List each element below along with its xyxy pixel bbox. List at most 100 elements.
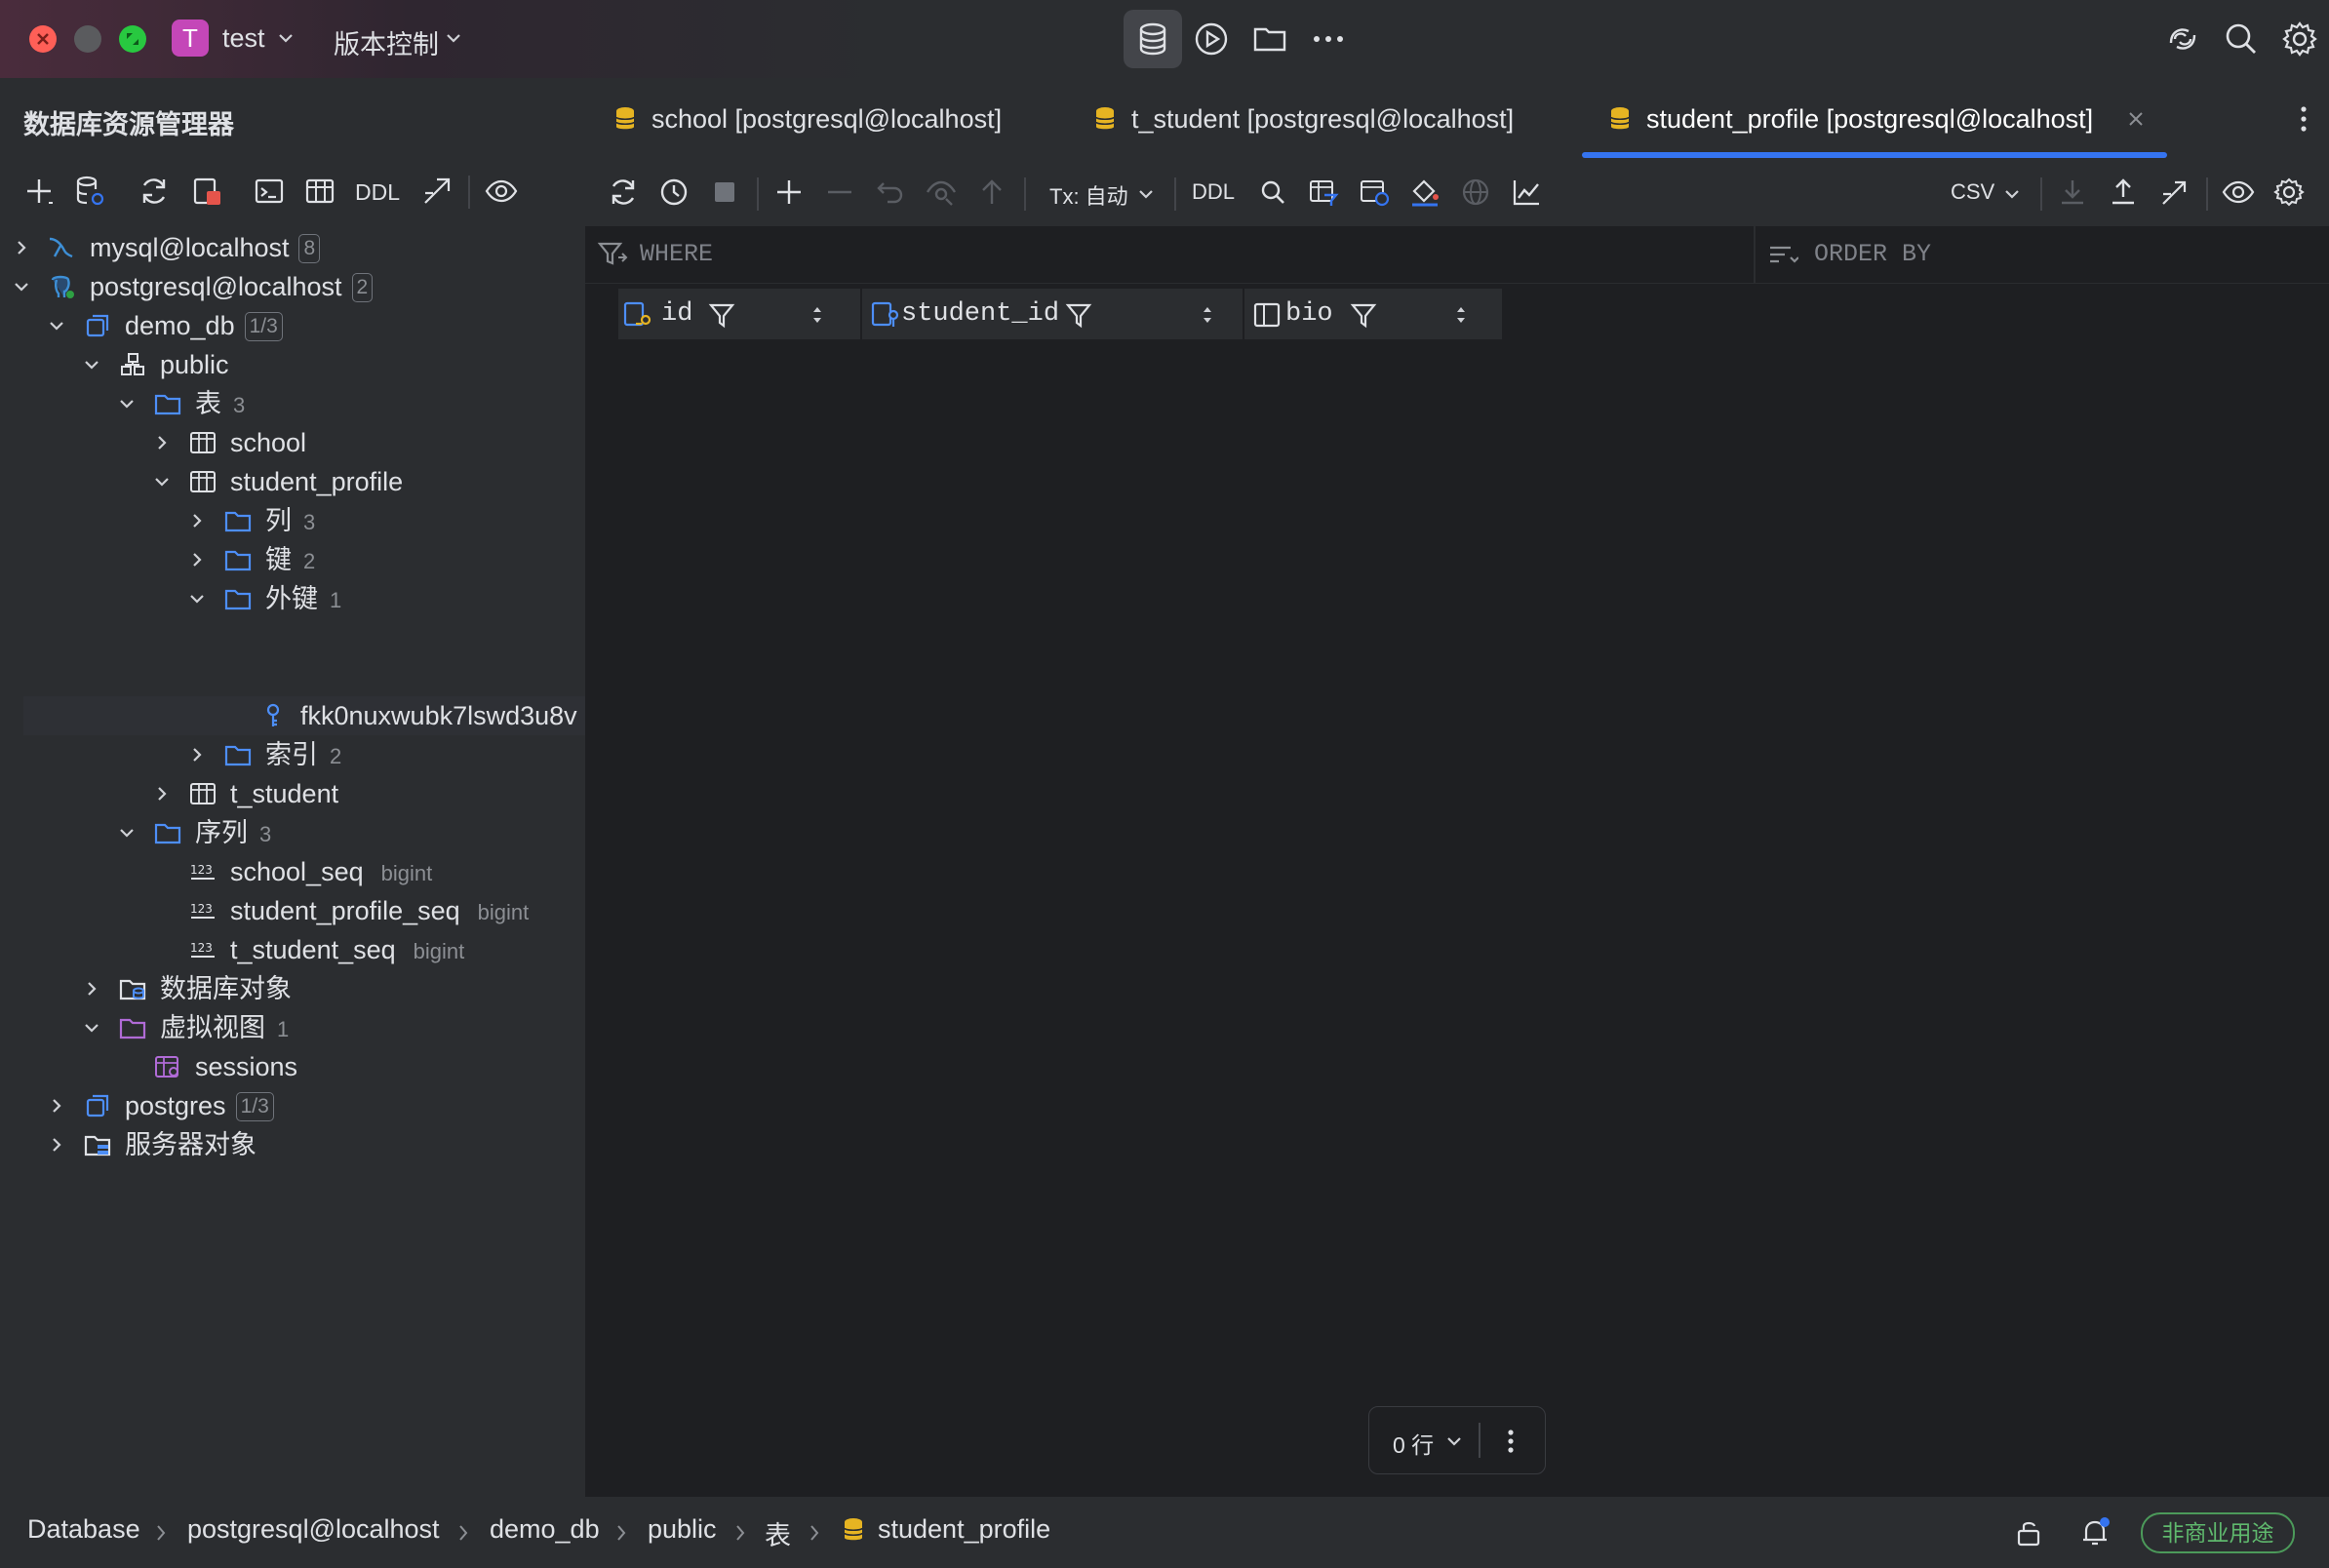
- project-badge[interactable]: T: [172, 20, 209, 57]
- chevron-right-icon[interactable]: [187, 550, 207, 569]
- delete-row-icon[interactable]: [823, 176, 856, 209]
- sort-toggle-icon[interactable]: [809, 304, 825, 326]
- tab-t-student[interactable]: t_student [postgresql@localhost]: [1094, 78, 1582, 160]
- row-count-dropdown[interactable]: 0 行: [1393, 1427, 1434, 1460]
- view-options-eye-icon[interactable]: [484, 174, 519, 209]
- transaction-mode-dropdown[interactable]: Tx: 自动: [1049, 179, 1128, 211]
- chevron-down-icon[interactable]: [47, 316, 66, 335]
- column-header-student-id[interactable]: student_id: [862, 289, 1243, 339]
- breadcrumb-item[interactable]: demo_db: [490, 1514, 600, 1545]
- color-fill-icon[interactable]: [1408, 176, 1441, 209]
- import-icon[interactable]: [2056, 176, 2089, 209]
- sort-toggle-icon[interactable]: [1200, 304, 1215, 326]
- result-grid-body[interactable]: [585, 339, 2329, 1402]
- minimize-window-button[interactable]: [74, 25, 101, 53]
- export-icon[interactable]: [2107, 176, 2140, 209]
- add-row-icon[interactable]: [772, 176, 806, 209]
- breadcrumb-item[interactable]: postgresql@localhost: [187, 1514, 440, 1545]
- folder-icon[interactable]: [1248, 18, 1291, 60]
- tree-node-tables-folder[interactable]: 表3: [0, 384, 585, 423]
- tree-node-demo-db[interactable]: demo_db 1/3: [0, 306, 585, 345]
- submit-arrow-up-icon[interactable]: [975, 176, 1008, 209]
- add-icon[interactable]: [21, 174, 57, 209]
- ddl-button[interactable]: DDL: [355, 179, 400, 206]
- tree-node-sequence-t-student-seq[interactable]: 123 t_student_seq bigint: [0, 930, 585, 969]
- chevron-right-icon[interactable]: [47, 1135, 66, 1155]
- tree-node-foreign-key[interactable]: fkk0nuxwubk7lswd3u8v: [23, 696, 585, 735]
- order-by-input[interactable]: ORDER BY: [1806, 226, 2329, 283]
- column-filter-icon[interactable]: [1350, 301, 1377, 329]
- table-icon[interactable]: [302, 174, 337, 209]
- services-icon[interactable]: [1190, 18, 1233, 60]
- tree-node-public-schema[interactable]: public: [0, 345, 585, 384]
- tree-node-table-school[interactable]: school: [0, 423, 585, 462]
- more-icon[interactable]: [1307, 18, 1350, 60]
- tree-node-columns-folder[interactable]: 列3: [0, 501, 585, 540]
- chevron-right-icon[interactable]: [82, 979, 101, 999]
- tree-node-table-student-profile[interactable]: student_profile: [0, 462, 585, 501]
- tree-node-view-sessions[interactable]: sessions: [0, 1047, 585, 1086]
- tab-student-profile[interactable]: student_profile [postgresql@localhost]: [1609, 78, 2155, 160]
- chevron-down-icon[interactable]: [117, 394, 137, 413]
- chevron-right-icon[interactable]: [187, 745, 207, 764]
- tree-node-sequence-student-profile-seq[interactable]: 123 student_profile_seq bigint: [0, 891, 585, 930]
- settings-gear-icon[interactable]: [2272, 176, 2306, 209]
- column-filter-icon[interactable]: [1065, 301, 1092, 329]
- chevron-right-icon[interactable]: [47, 1096, 66, 1116]
- license-badge[interactable]: 非商业用途: [2141, 1512, 2295, 1553]
- tree-node-database-objects[interactable]: 数据库对象: [0, 969, 585, 1008]
- settings-gear-icon[interactable]: [2278, 18, 2321, 60]
- breadcrumb-item[interactable]: public: [648, 1514, 717, 1545]
- chevron-right-icon[interactable]: [152, 433, 172, 452]
- compare-icon[interactable]: [2157, 176, 2191, 209]
- tree-node-virtual-views-folder[interactable]: 虚拟视图 1: [0, 1008, 585, 1047]
- chevron-right-icon[interactable]: [187, 511, 207, 530]
- chevron-down-icon[interactable]: [117, 823, 137, 843]
- chevron-down-icon[interactable]: [12, 277, 31, 296]
- chevron-down-icon[interactable]: [2003, 187, 2021, 201]
- tree-node-indexes-folder[interactable]: 索引 2: [0, 735, 585, 774]
- tree-node-mysql-localhost[interactable]: mysql@localhost 8: [0, 228, 585, 267]
- fullscreen-window-button[interactable]: [119, 25, 146, 53]
- close-window-button[interactable]: [29, 25, 57, 53]
- chevron-down-icon[interactable]: [82, 355, 101, 374]
- column-header-bio[interactable]: bio: [1244, 289, 1502, 339]
- history-clock-icon[interactable]: [657, 176, 691, 209]
- export-format-dropdown[interactable]: CSV: [1951, 179, 1994, 205]
- chevron-right-icon[interactable]: [12, 238, 31, 257]
- reload-icon[interactable]: [607, 176, 640, 209]
- tree-node-keys-folder[interactable]: 键2: [0, 540, 585, 579]
- chevron-down-icon[interactable]: [1137, 187, 1155, 201]
- ddl-button[interactable]: DDL: [1192, 179, 1235, 205]
- data-source-properties-icon[interactable]: [72, 174, 107, 209]
- sort-toggle-icon[interactable]: [1453, 304, 1469, 326]
- chevron-down-icon[interactable]: [1445, 1434, 1463, 1448]
- jump-to-source-icon[interactable]: [419, 174, 454, 209]
- chevron-right-icon[interactable]: [152, 784, 172, 804]
- chevron-down-icon[interactable]: [445, 31, 462, 45]
- revert-icon[interactable]: [874, 176, 907, 209]
- more-vertical-icon[interactable]: [1494, 1425, 1527, 1458]
- ai-assistant-icon[interactable]: [2161, 18, 2204, 60]
- database-tool-button[interactable]: [1124, 10, 1182, 68]
- tree-node-foreign-keys-folder[interactable]: 外键 1: [0, 579, 585, 618]
- notifications-bell-icon[interactable]: [2077, 1514, 2112, 1549]
- tree-node-table-t-student[interactable]: t_student: [0, 774, 585, 813]
- view-eye-icon[interactable]: [2222, 176, 2255, 209]
- column-filter-icon[interactable]: [708, 301, 735, 329]
- chevron-down-icon[interactable]: [277, 31, 295, 45]
- more-vertical-icon[interactable]: [2286, 101, 2321, 137]
- tree-node-server-objects[interactable]: 服务器对象: [0, 1125, 585, 1164]
- preview-pending-changes-icon[interactable]: [925, 176, 958, 209]
- lock-icon[interactable]: [2013, 1516, 2046, 1549]
- where-filter-input[interactable]: WHERE: [632, 226, 1754, 283]
- globe-icon[interactable]: [1459, 176, 1492, 209]
- tree-node-postgresql-localhost[interactable]: postgresql@localhost 2: [0, 267, 585, 306]
- tree-node-postgres-db[interactable]: postgres 1/3: [0, 1086, 585, 1125]
- vcs-menu[interactable]: 版本控制: [334, 23, 439, 61]
- chart-icon[interactable]: [1510, 176, 1543, 209]
- disconnect-icon[interactable]: [189, 174, 224, 209]
- console-icon[interactable]: [252, 174, 287, 209]
- chevron-down-icon[interactable]: [152, 472, 172, 491]
- tree-node-sequence-school-seq[interactable]: 123 school_seq bigint: [0, 852, 585, 891]
